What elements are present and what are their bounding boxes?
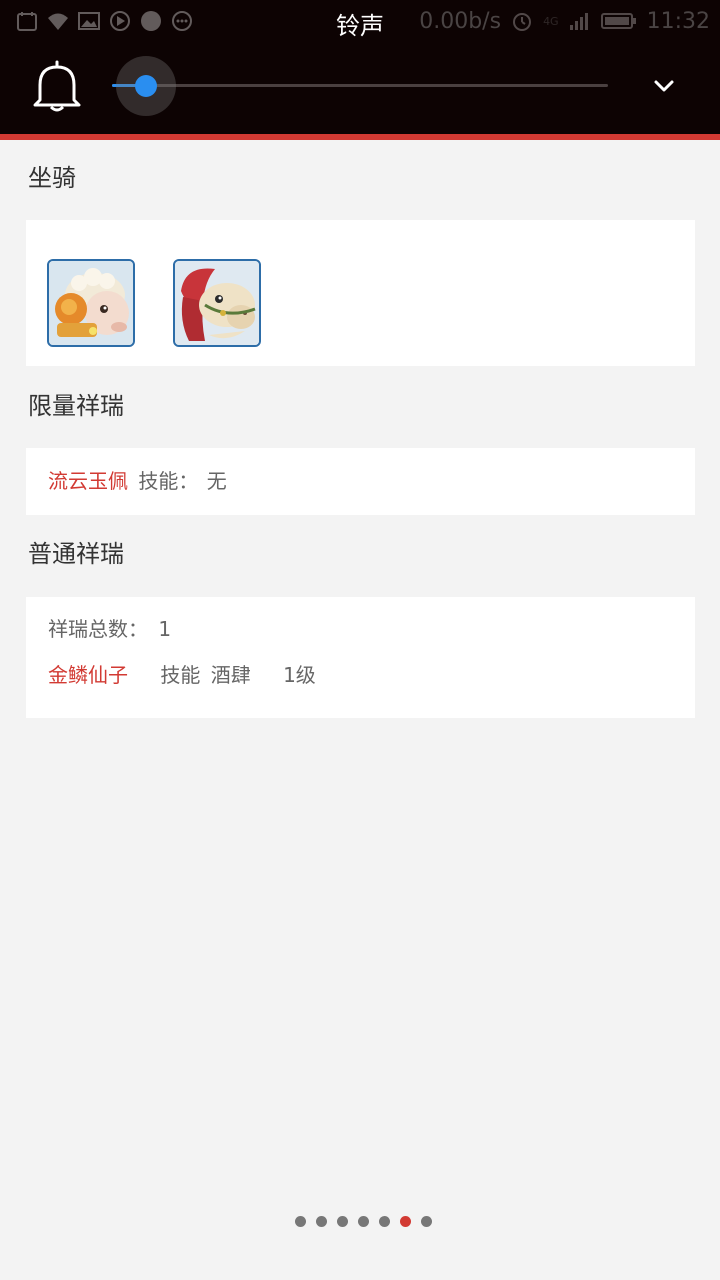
page-dot[interactable] [336, 1216, 348, 1227]
battery-icon [600, 13, 636, 29]
mounts-card [26, 220, 695, 366]
normal-item-name[interactable]: 金鳞仙子 [48, 663, 128, 687]
normal-item-row: 金鳞仙子 技能 酒肆 1级 [48, 660, 316, 690]
network-type: 4G [543, 14, 559, 28]
alarm-icon [513, 13, 532, 31]
page-dot[interactable] [315, 1216, 327, 1227]
total-value: 1 [158, 617, 172, 641]
chevron-down-icon[interactable] [646, 72, 682, 102]
limited-item-name[interactable]: 流云玉佩 [48, 469, 128, 493]
section-title-mounts: 坐骑 [28, 164, 76, 192]
normal-skill-value: 酒肆 [210, 663, 251, 687]
section-title-limited: 限量祥瑞 [28, 392, 124, 420]
total-row: 祥瑞总数： 1 [48, 614, 171, 644]
limited-row: 流云玉佩 技能： 无 [48, 466, 227, 496]
slider-thumb[interactable] [135, 75, 157, 97]
volume-slider[interactable] [112, 56, 608, 116]
page-dot[interactable] [357, 1216, 369, 1227]
screen: 铃声 0.00b/s 4G 11:32 坐骑 限量祥瑞 流云玉佩 技能： 无 普… [0, 0, 720, 1280]
status-icons-right: 0.00b/s 4G 11:32 [419, 8, 710, 34]
slider-track [112, 84, 608, 87]
header-accent-line [0, 134, 720, 140]
signal-icon [569, 13, 588, 30]
normal-card: 祥瑞总数： 1 金鳞仙子 技能 酒肆 1级 [26, 597, 695, 718]
net-speed: 0.00b/s [419, 8, 502, 34]
volume-overlay: 铃声 0.00b/s 4G 11:32 [0, 0, 720, 135]
page-dot[interactable] [420, 1216, 432, 1227]
limited-card: 流云玉佩 技能： 无 [26, 448, 695, 515]
bell-icon[interactable] [30, 58, 84, 114]
page-indicator [0, 1216, 720, 1228]
horse-mount-icon[interactable] [173, 259, 261, 347]
page-dot[interactable] [294, 1216, 306, 1227]
clock: 11:32 [646, 8, 710, 34]
limited-skill-value: 无 [206, 469, 227, 493]
limited-skill-label: 技能： [138, 469, 199, 493]
normal-skill-level: 1级 [283, 663, 316, 687]
page-dot[interactable] [399, 1216, 411, 1227]
page-dot[interactable] [378, 1216, 390, 1227]
section-title-normal: 普通祥瑞 [28, 540, 124, 568]
sheep-mount-icon[interactable] [47, 259, 135, 347]
normal-skill-label: 技能 [160, 663, 201, 687]
total-label: 祥瑞总数： [48, 617, 148, 641]
